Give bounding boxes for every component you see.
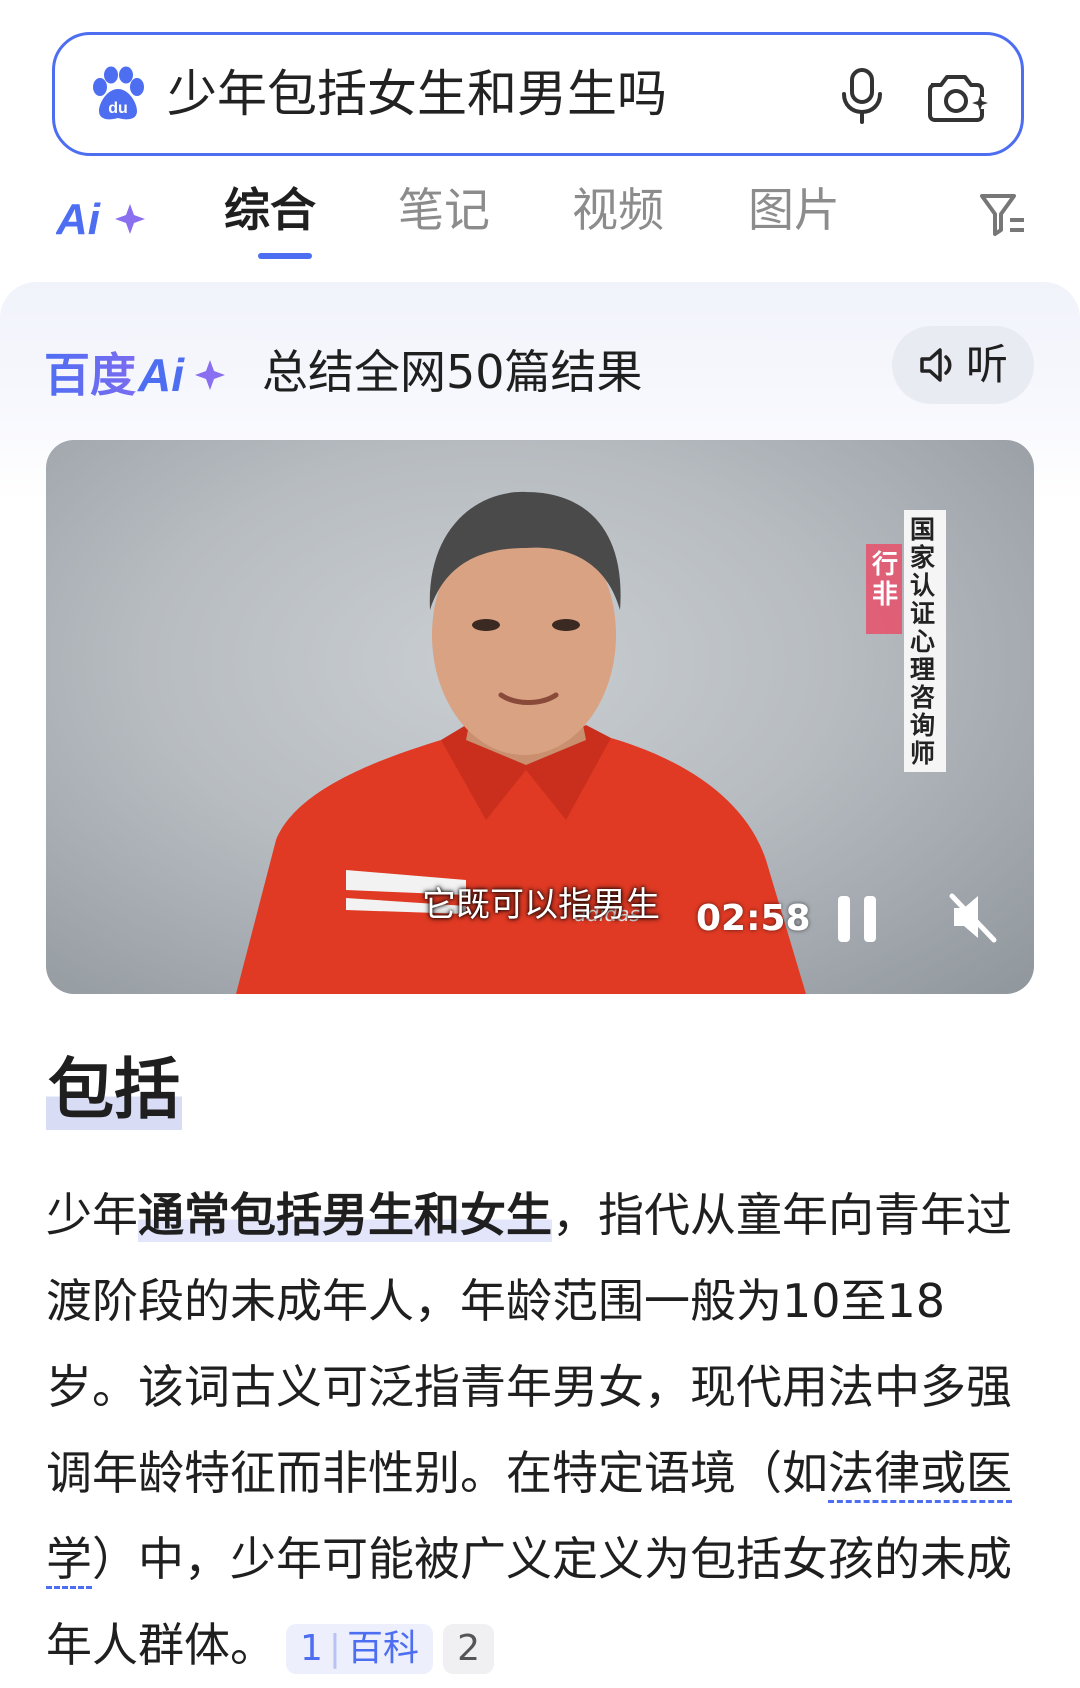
- citation-separator: |: [328, 1627, 342, 1669]
- speaker-icon: [920, 348, 952, 382]
- tab-videos[interactable]: 视频: [572, 180, 664, 240]
- answer-highlight: 通常包括男生和女生: [138, 1188, 552, 1242]
- svg-text:du: du: [108, 100, 128, 117]
- badge-title-text: 国家认证心理咨询师: [910, 515, 936, 768]
- camera-search-icon[interactable]: [925, 69, 989, 125]
- listen-button[interactable]: 听: [892, 326, 1034, 404]
- answer-text-part: 少年: [46, 1188, 138, 1242]
- tab-comprehensive[interactable]: 综合: [224, 180, 316, 240]
- answer-text-part: ）中，少年可能被广义定义为包括女孩的未成年人群体。: [46, 1532, 1012, 1672]
- microphone-icon[interactable]: [837, 67, 887, 125]
- active-tab-indicator: [258, 253, 312, 259]
- badge-name-text: 行非: [872, 550, 899, 610]
- muted-speaker-icon[interactable]: [948, 890, 998, 944]
- tab-notes[interactable]: 笔记: [398, 180, 490, 240]
- video-subtitle: 它既可以指男生: [422, 885, 660, 925]
- baidu-paw-icon: du: [93, 66, 144, 120]
- search-input[interactable]: 少年包括女生和男生吗: [167, 61, 667, 127]
- answer-heading: 包括: [46, 1050, 182, 1130]
- pause-icon[interactable]: [836, 894, 878, 944]
- video-player[interactable]: 行非 国家认证心理咨询师 adidas 它既可以指男生 02:58: [46, 440, 1034, 994]
- listen-label: 听: [966, 340, 1009, 389]
- baidu-ai-logo: 百度 Ai: [44, 348, 225, 402]
- video-timestamp: 02:58: [696, 898, 811, 939]
- filter-icon[interactable]: [978, 188, 1028, 240]
- citation-number: 1: [300, 1627, 323, 1669]
- svg-text:Ai: Ai: [137, 349, 185, 401]
- ai-tab-logo[interactable]: Ai: [56, 190, 152, 244]
- search-bar[interactable]: du 少年包括女生和男生吗: [52, 32, 1024, 156]
- citation-source: 百科: [347, 1627, 420, 1669]
- summary-caption: 总结全网50篇结果: [262, 345, 643, 399]
- tab-images[interactable]: 图片: [748, 180, 840, 240]
- svg-text:Ai: Ai: [56, 195, 101, 244]
- answer-paragraph: 少年通常包括男生和女生，指代从童年向青年过渡阶段的未成年人，年龄范围一般为10至…: [46, 1172, 1036, 1688]
- citation-1[interactable]: 1 | 百科: [286, 1623, 434, 1674]
- citation-2[interactable]: 2: [443, 1623, 494, 1674]
- svg-text:百度: 百度: [44, 348, 136, 402]
